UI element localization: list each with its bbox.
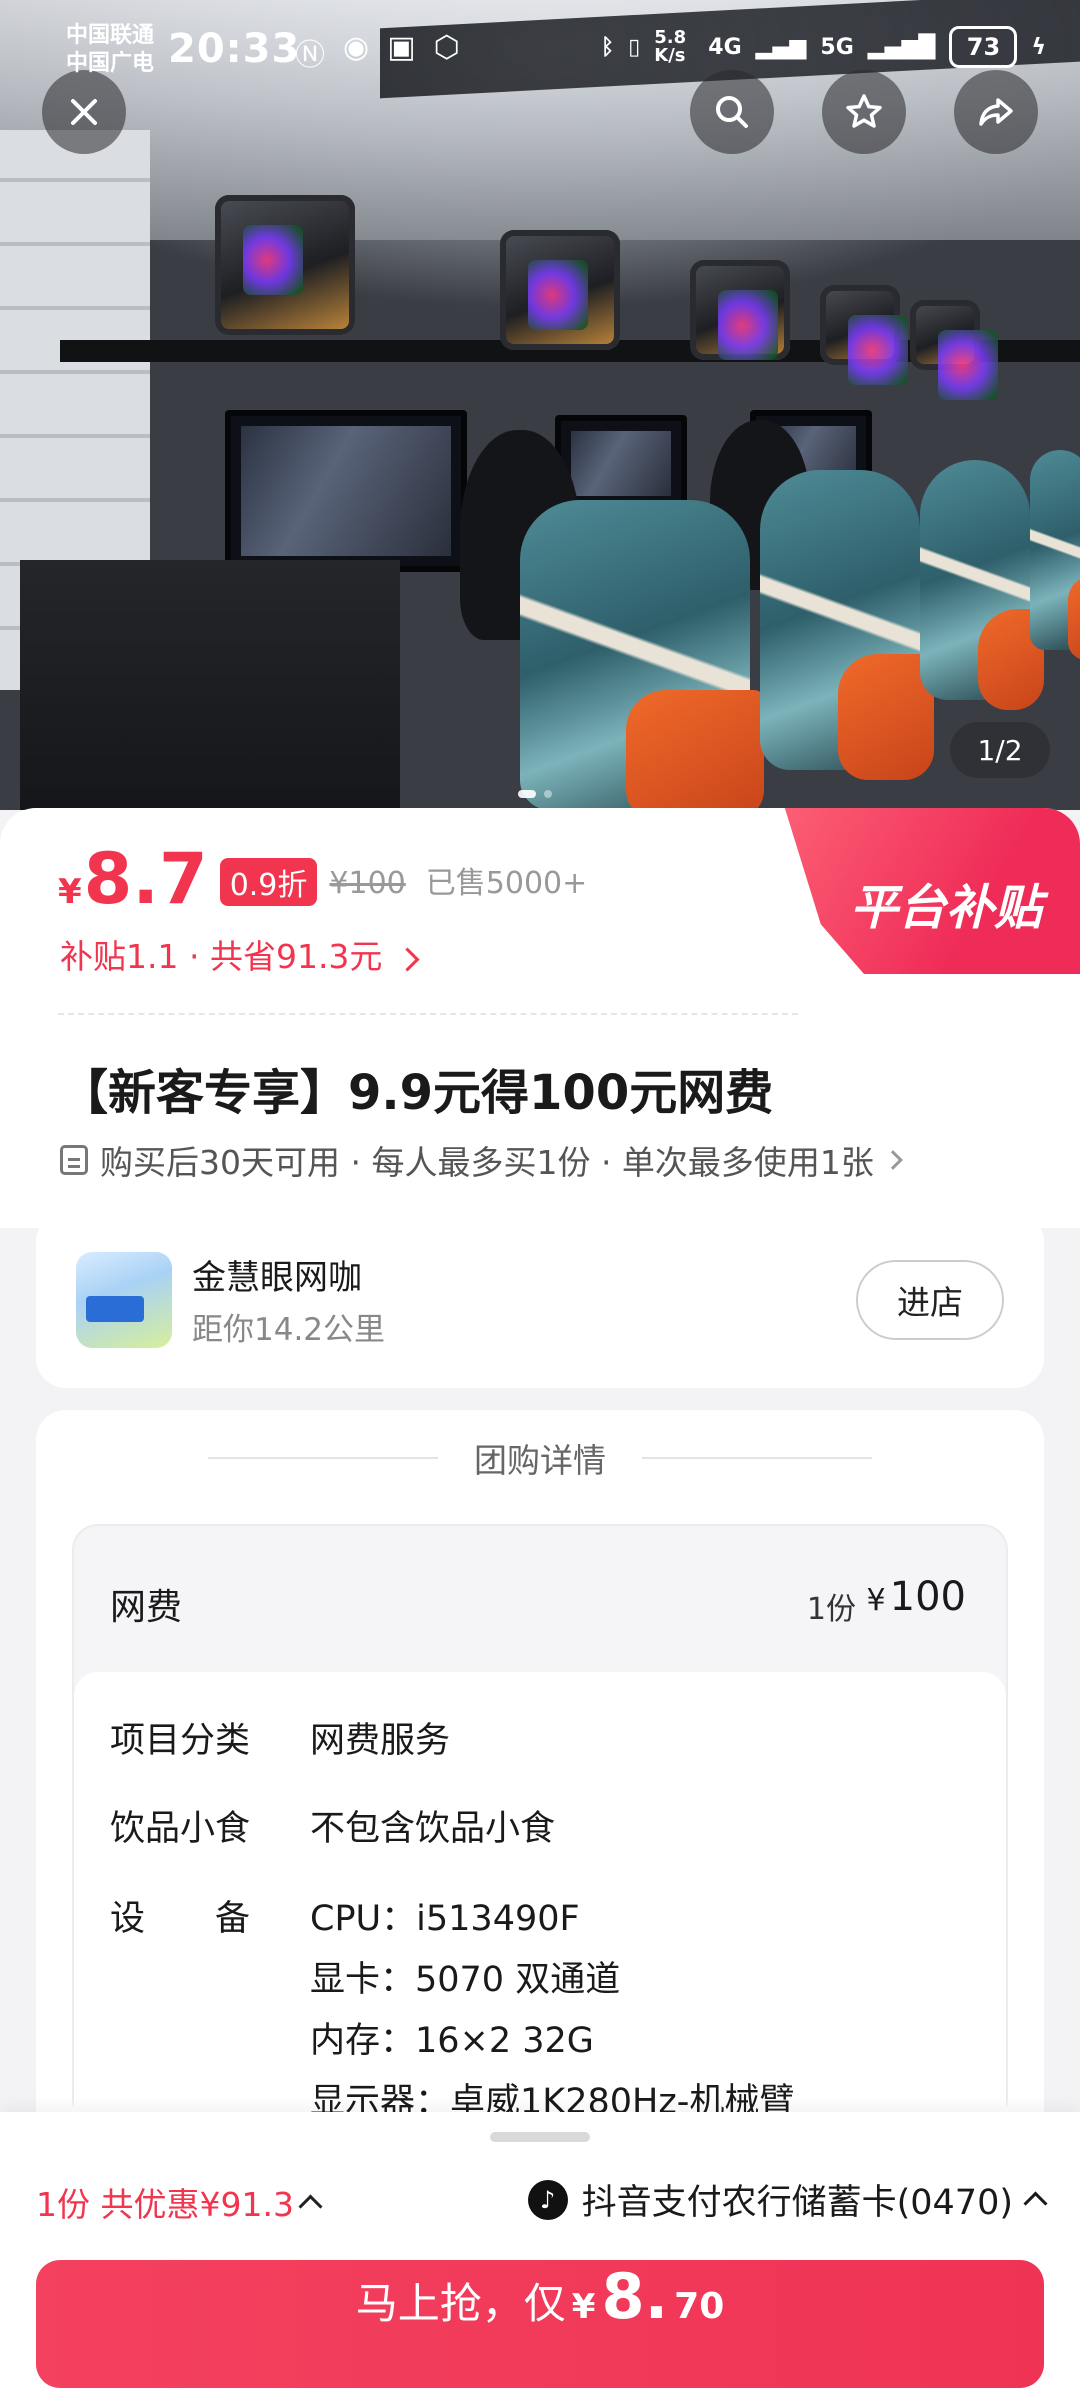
status-time: 20:33 [168, 26, 301, 72]
divider [642, 1457, 872, 1459]
signal-icon-2: ▂▄▆█ [867, 34, 936, 60]
buy-now-button[interactable]: 马上抢，仅 ¥ 8. 70 [36, 2260, 1044, 2388]
spec-value: 内存：16×2 32G [310, 2021, 594, 2061]
carrier-1: 中国联通 [66, 23, 155, 48]
carrier-labels: 中国联通 中国广电 [66, 22, 154, 78]
package-item-currency: ¥ [866, 1583, 886, 1618]
payment-method-selector[interactable]: ♪ 抖音支付农行储蓄卡(0470) [527, 2174, 1048, 2225]
chevron-up-icon [298, 2193, 323, 2219]
bluetooth-icon: ᛒ [600, 34, 615, 60]
hand-icon: ⬡ [433, 30, 460, 65]
shop-card[interactable]: 金慧眼网咖 距你14.2公里 进店 [36, 1212, 1044, 1388]
chevron-up-icon [1023, 2191, 1048, 2216]
shop-name: 金慧眼网咖 [192, 1258, 362, 1298]
signal-icon: ▂▄▆ [755, 34, 807, 60]
spec-value: 不包含饮品小食 [310, 1809, 556, 1849]
spec-value: 显卡：5070 双通道 [310, 1960, 621, 2000]
package-item-amount: 100 [889, 1574, 966, 1620]
photo-pc-case [820, 285, 908, 385]
image-page-indicator: 1/2 [950, 722, 1050, 778]
spec-row: 设 备 CPU：i513490F 显卡：5070 双通道 内存：16×2 32G… [110, 1890, 794, 2124]
payment-method-label: 抖音支付农行储蓄卡(0470) [581, 2183, 1013, 2223]
buy-price-dec: 70 [674, 2286, 725, 2327]
carrier-2: 中国广电 [66, 51, 155, 76]
details-title: 团购详情 [474, 1441, 606, 1480]
status-app-icons: Ⓝ ◉ ▣ ⬡ [295, 30, 460, 74]
package-item-name: 网费 [110, 1587, 183, 1628]
package-item-qty: 1份 [806, 1592, 856, 1627]
app-notification-icon: ▣ [387, 30, 416, 65]
net-speed: 5.8 K/s [654, 27, 687, 66]
package-item-price: ¥100 [867, 1574, 966, 1620]
spec-key: 饮品小食 [110, 1809, 251, 1849]
spec-value: 网费服务 [310, 1721, 451, 1761]
buy-currency: ¥ [571, 2287, 596, 2327]
photo-pc-case [690, 260, 790, 360]
photo-pc-case [500, 230, 620, 350]
nfc-icon: Ⓝ [295, 38, 325, 73]
divider [208, 1457, 438, 1459]
enter-shop-button[interactable]: 进店 [856, 1260, 1004, 1340]
shop-logo [76, 1252, 172, 1348]
battery-icon: 73 [949, 26, 1018, 68]
photo-gaming-chair [920, 460, 1044, 710]
checkout-bar: 1份 共优惠¥91.3 ♪ 抖音支付农行储蓄卡(0470) 马上抢，仅 ¥ 8.… [0, 2112, 1080, 2400]
spec-key: 项目分类 [110, 1721, 251, 1761]
notification-icon: ◉ [343, 30, 370, 65]
status-indicators: ᛒ ▯ 5.8 K/s 4G ▂▄▆ 5G ▂▄▆█ 73 ϟ [601, 26, 1046, 68]
savings-text: 1份 共优惠¥91.3 [36, 2185, 294, 2224]
price-row: ¥ 8.7 0.9折 ¥100 已售5000+ [58, 838, 587, 920]
buy-label: 马上抢，仅 [355, 2279, 566, 2328]
photo-pc-case [215, 195, 355, 335]
photo-gaming-chair [760, 470, 934, 780]
deal-title: 【新客专享】9.9元得100元网费 [60, 1065, 774, 1121]
discount-badge: 0.9折 [219, 858, 318, 906]
status-bar: 中国联通 中国广电 20:33 Ⓝ ◉ ▣ ⬡ ᛒ ▯ 5.8 K/s 4G ▂… [0, 0, 1080, 100]
details-header: 团购详情 [36, 1434, 1044, 1482]
carousel-dots [518, 790, 552, 798]
photo-desk [20, 560, 400, 810]
spec-key: 设 备 [110, 1899, 251, 1939]
photo-gaming-chair [1030, 450, 1080, 660]
net-4g: 4G [708, 34, 742, 60]
price-card: 平台补贴 ¥ 8.7 0.9折 ¥100 已售5000+ 补贴1.1 · 共省9… [0, 808, 1080, 1228]
package-item: 网费 1份 ¥100 项目分类 网费服务 饮品小食 不包含饮品小食 设 备 CP… [72, 1524, 1008, 2132]
group-deal-details: 团购详情 网费 1份 ¥100 项目分类 网费服务 饮品小食 不包含饮品小食 设… [36, 1410, 1044, 2132]
divider [58, 1013, 798, 1015]
deal-rules-text: 购买后30天可用 · 每人最多买1份 · 单次最多使用1张 [100, 1143, 874, 1182]
spec-row: 项目分类 网费服务 [110, 1712, 450, 1763]
shop-distance: 距你14.2公里 [192, 1312, 386, 1348]
original-price: ¥100 [329, 866, 406, 901]
douyin-pay-icon: ♪ [527, 2179, 568, 2220]
photo-monitor [225, 410, 467, 572]
subsidy-detail-link[interactable]: 补贴1.1 · 共省91.3元 [60, 930, 420, 978]
deal-rules-link[interactable]: 购买后30天可用 · 每人最多买1份 · 单次最多使用1张 [60, 1136, 903, 1184]
package-item-specs: 项目分类 网费服务 饮品小食 不包含饮品小食 设 备 CPU：i513490F … [74, 1672, 1006, 2132]
photo-pc-case [910, 300, 998, 400]
savings-summary[interactable]: 1份 共优惠¥91.3 [36, 2178, 323, 2226]
carousel-dot-active [518, 790, 536, 798]
chevron-right-icon [883, 1150, 903, 1170]
spec-row: 饮品小食 不包含饮品小食 [110, 1800, 555, 1851]
net-5g: 5G [820, 34, 854, 60]
sold-count: 已售5000+ [425, 866, 588, 901]
charging-icon: ϟ [1031, 34, 1046, 60]
price-currency: ¥ [58, 872, 82, 912]
carousel-dot [544, 790, 552, 798]
buy-price-int: 8. [601, 2260, 669, 2333]
product-photo-carousel[interactable]: 1/2 [0, 0, 1080, 810]
price-amount: 8.7 [83, 838, 208, 920]
subsidy-detail-label: 补贴1.1 · 共省91.3元 [60, 937, 383, 976]
drag-handle[interactable] [490, 2132, 590, 2142]
spec-value: CPU：i513490F [310, 1899, 580, 1939]
subsidy-banner-text: 平台补贴 [849, 880, 1042, 936]
document-icon [60, 1145, 88, 1175]
vibrate-icon: ▯ [628, 34, 641, 60]
chevron-right-icon [395, 947, 420, 972]
photo-gaming-chair [520, 500, 764, 810]
